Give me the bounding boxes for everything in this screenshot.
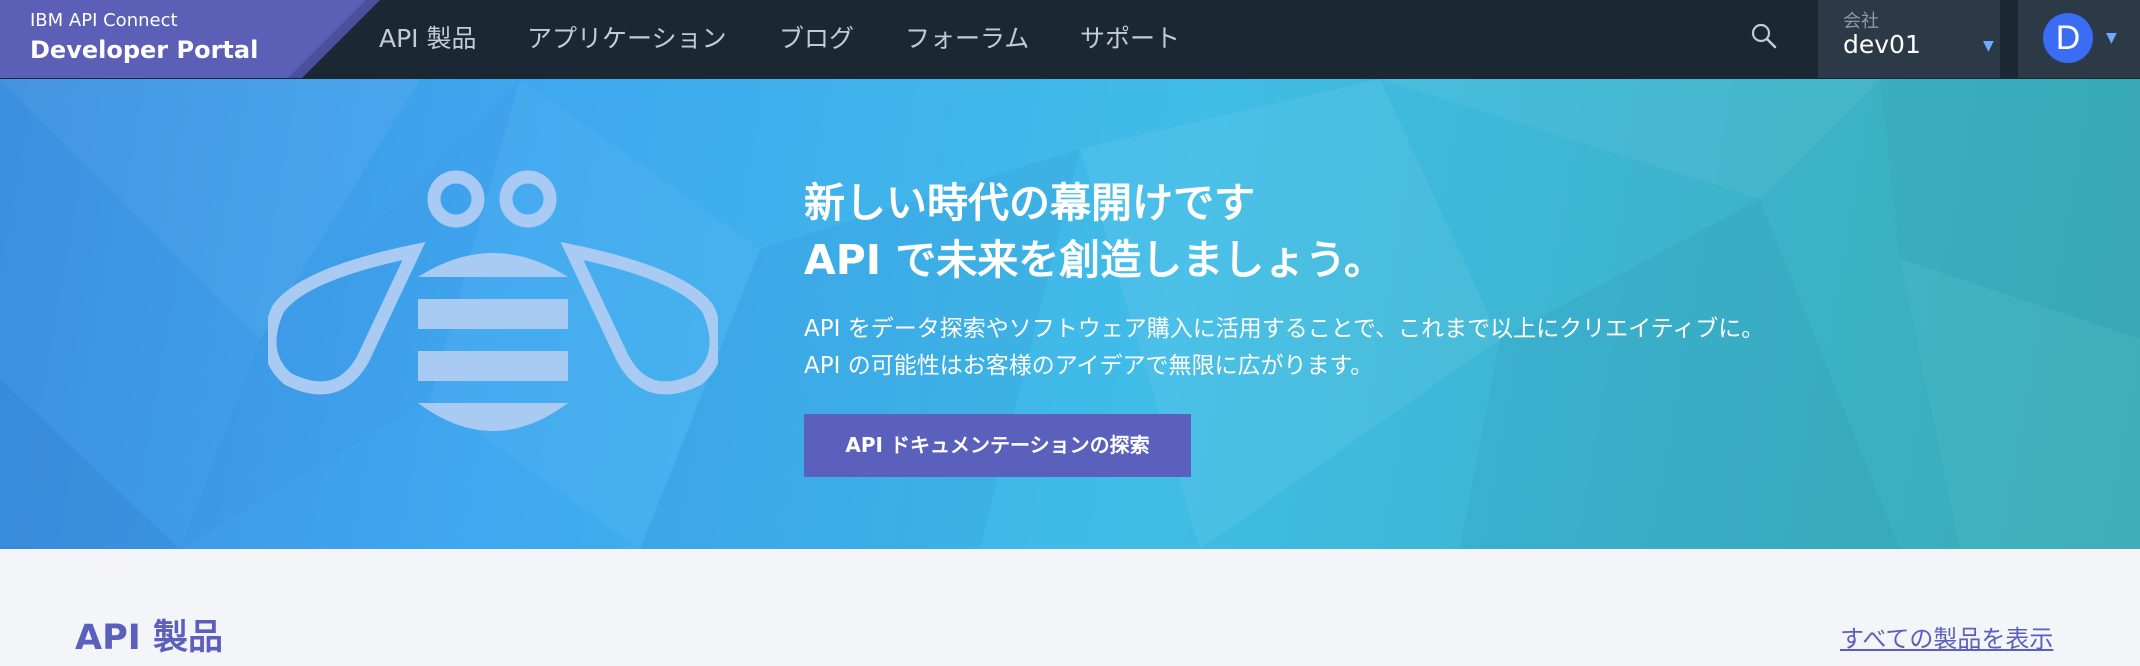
search-icon[interactable] — [1748, 20, 1782, 54]
api-products-section: API 製品 すべての製品を表示 — [0, 549, 2140, 666]
hero-banner: 新しい時代の幕開けです API で未来を創造しましょう。 API をデータ探索や… — [0, 79, 2140, 549]
nav-item-applications[interactable]: アプリケーション — [527, 19, 727, 55]
nav-item-blog[interactable]: ブログ — [779, 19, 854, 55]
nav-item-api-products[interactable]: API 製品 — [379, 19, 477, 55]
top-navigation-bar: IBM API Connect Developer Portal API 製品 … — [0, 0, 2140, 79]
hero-title-line-1: 新しい時代の幕開けです — [804, 179, 1255, 227]
caret-down-icon: ▼ — [2106, 30, 2117, 46]
nav-item-support[interactable]: サポート — [1080, 19, 1180, 55]
hero-title: 新しい時代の幕開けです API で未来を創造しましょう。 — [804, 175, 1385, 289]
bee-icon — [268, 170, 718, 431]
explore-api-docs-button[interactable]: API ドキュメンテーションの探索 — [804, 414, 1191, 477]
organization-switcher[interactable]: 会社 dev01 ▼ — [1818, 0, 2000, 78]
brand-product-name: IBM API Connect — [30, 10, 178, 31]
hero-description: API をデータ探索やソフトウェア購入に活用することで、これまで以上にクリエイテ… — [804, 311, 1764, 385]
user-menu[interactable]: D ▼ — [2018, 0, 2140, 78]
hero-title-line-2: API で未来を創造しましょう。 — [804, 236, 1385, 284]
organization-name: dev01 — [1843, 30, 1921, 59]
hero-description-line-2: API の可能性はお客様のアイデアで無限に広がります。 — [804, 353, 1374, 379]
hero-description-line-1: API をデータ探索やソフトウェア購入に活用することで、これまで以上にクリエイテ… — [804, 316, 1765, 342]
view-all-products-link[interactable]: すべての製品を表示 — [1840, 619, 2053, 654]
caret-down-icon: ▼ — [1983, 38, 1994, 54]
nav-item-forum[interactable]: フォーラム — [905, 19, 1029, 55]
brand-logo-link[interactable]: IBM API Connect Developer Portal — [0, 0, 380, 78]
brand-portal-name: Developer Portal — [30, 36, 259, 64]
section-title: API 製品 — [75, 618, 223, 658]
avatar: D — [2043, 13, 2093, 63]
